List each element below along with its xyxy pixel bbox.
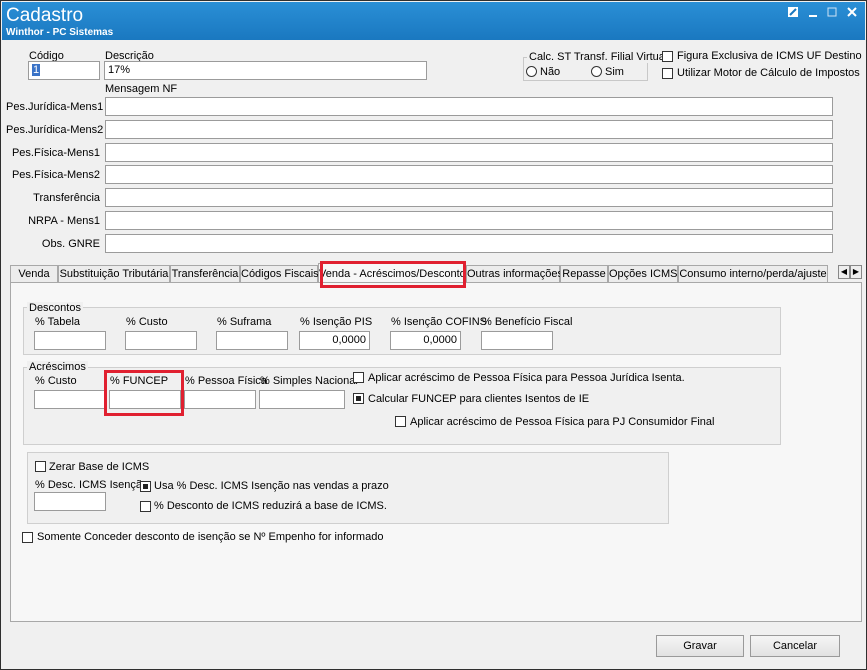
msg-input-pf2[interactable] — [105, 165, 833, 184]
maximize-icon[interactable] — [824, 6, 840, 22]
usa-desc-icms-checkbox[interactable] — [140, 481, 151, 492]
codigo-input[interactable]: 1 — [28, 61, 100, 80]
acrescimos-title: Acréscimos — [27, 361, 88, 373]
desc-icms-isencao-label: % Desc. ICMS Isenção — [35, 479, 149, 491]
acr-custo-input[interactable] — [34, 390, 106, 409]
somente-conceder-label: Somente Conceder desconto de isenção se … — [37, 531, 384, 543]
desc-isencao-cofins-label: % Isenção COFINS — [391, 316, 487, 328]
tab-substituicao-tributaria[interactable]: Substituição Tributária — [58, 265, 170, 283]
msg-label-pj2: Pes.Jurídica-Mens2 — [6, 124, 104, 136]
cancelar-button[interactable]: Cancelar — [750, 635, 840, 657]
aplicar-pf-consumidor-label: Aplicar acréscimo de Pessoa Física para … — [410, 416, 715, 428]
aplicar-pf-pj-label: Aplicar acréscimo de Pessoa Física para … — [368, 372, 685, 384]
desc-isencao-pis-input[interactable]: 0,0000 — [299, 331, 370, 350]
minimize-icon[interactable] — [805, 6, 821, 22]
msg-input-pj1[interactable] — [105, 97, 833, 116]
descontos-title: Descontos — [27, 302, 83, 314]
restore-icon[interactable] — [785, 6, 801, 22]
tab-strip: Venda Substituição Tributária Transferên… — [10, 263, 862, 284]
tab-venda-acrescimos-descontos[interactable]: Venda - Acréscimos/Descontos — [318, 263, 471, 284]
acr-funcep-input[interactable] — [109, 390, 181, 409]
msg-label-gnre: Obs. GNRE — [41, 238, 100, 250]
calcular-funcep-label: Calcular FUNCEP para clientes Isentos de… — [368, 393, 590, 405]
tab-opcoes-icms[interactable]: Opções ICMS — [608, 265, 678, 283]
tab-repasse[interactable]: Repasse — [560, 265, 608, 283]
title-bar: Cadastro Winthor - PC Sistemas — [2, 2, 865, 40]
zerar-base-icms-label: Zerar Base de ICMS — [49, 461, 150, 473]
tab-consumo-interno[interactable]: Consumo interno/perda/ajuste — [678, 265, 828, 283]
desc-beneficio-fiscal-input[interactable] — [481, 331, 553, 350]
acr-simples-nacional-label: % Simples Nacional — [260, 375, 358, 387]
desc-tabela-input[interactable] — [34, 331, 106, 350]
msg-input-pf1[interactable] — [105, 143, 833, 162]
gravar-button[interactable]: Gravar — [656, 635, 744, 657]
tab-scroll-left-icon[interactable]: ◀ — [838, 265, 850, 279]
acr-pessoa-fisica-label: % Pessoa Física — [185, 375, 267, 387]
msg-label-pf2: Pes.Física-Mens2 — [11, 169, 100, 181]
tab-scroll-right-icon[interactable]: ▶ — [850, 265, 862, 279]
mensagem-nf-label: Mensagem NF — [105, 83, 178, 95]
aplicar-pf-pj-checkbox[interactable] — [353, 372, 364, 383]
msg-label-pf1: Pes.Física-Mens1 — [11, 147, 100, 159]
msg-label-transferencia: Transferência — [33, 192, 100, 204]
window-title: Cadastro — [6, 5, 84, 26]
desc-beneficio-fiscal-label: % Benefício Fiscal — [482, 316, 573, 328]
calcular-funcep-checkbox[interactable] — [353, 393, 364, 404]
desc-suframa-label: % Suframa — [217, 316, 272, 328]
msg-input-gnre[interactable] — [105, 234, 833, 253]
msg-input-transferencia[interactable] — [105, 188, 833, 207]
msg-input-pj2[interactable] — [105, 120, 833, 139]
acr-custo-label: % Custo — [35, 375, 77, 387]
motor-calculo-checkbox[interactable] — [662, 68, 673, 79]
form-body: Código 1 Descrição 17% Mensagem NF Calc.… — [2, 40, 865, 667]
desc-custo-input[interactable] — [125, 331, 197, 350]
motor-calculo-label: Utilizar Motor de Cálculo de Impostos — [677, 67, 860, 79]
radio-sim[interactable] — [591, 66, 602, 77]
somente-conceder-checkbox[interactable] — [22, 532, 33, 543]
radio-sim-label: Sim — [605, 66, 624, 78]
msg-input-nrpa[interactable] — [105, 211, 833, 230]
acr-simples-nacional-input[interactable] — [259, 390, 345, 409]
cadastro-window: Cadastro Winthor - PC Sistemas Código 1 … — [0, 0, 867, 670]
acr-pessoa-fisica-input[interactable] — [184, 390, 256, 409]
msg-label-pj1: Pes.Jurídica-Mens1 — [6, 101, 104, 113]
radio-nao[interactable] — [526, 66, 537, 77]
acr-funcep-label: % FUNCEP — [110, 375, 169, 387]
figura-exclusiva-label: Figura Exclusiva de ICMS UF Destino — [677, 50, 862, 62]
tab-transferencia[interactable]: Transferência — [170, 265, 240, 283]
zerar-base-icms-checkbox[interactable] — [35, 461, 46, 472]
desc-isencao-cofins-input[interactable]: 0,0000 — [390, 331, 461, 350]
calc-st-label: Calc. ST Transf. Filial Virtual — [527, 51, 670, 63]
desconto-reduzira-label: % Desconto de ICMS reduzirá a base de IC… — [154, 500, 387, 512]
desconto-reduzira-checkbox[interactable] — [140, 501, 151, 512]
aplicar-pf-consumidor-checkbox[interactable] — [395, 416, 406, 427]
descricao-input[interactable]: 17% — [104, 61, 427, 80]
tab-venda[interactable]: Venda — [10, 265, 58, 283]
desc-tabela-label: % Tabela — [35, 316, 81, 328]
close-icon[interactable] — [844, 6, 860, 22]
codigo-value: 1 — [32, 64, 41, 76]
figura-exclusiva-checkbox[interactable] — [662, 51, 673, 62]
usa-desc-icms-label: Usa % Desc. ICMS Isenção nas vendas a pr… — [154, 480, 389, 492]
tab-codigos-fiscais[interactable]: Códigos Fiscais — [240, 265, 319, 283]
desc-isencao-pis-label: % Isenção PIS — [300, 316, 373, 328]
radio-nao-label: Não — [540, 66, 561, 78]
msg-label-nrpa: NRPA - Mens1 — [28, 215, 100, 227]
tab-outras-informacoes[interactable]: Outras informações — [466, 265, 563, 283]
window-subtitle: Winthor - PC Sistemas — [6, 27, 114, 38]
desc-custo-label: % Custo — [126, 316, 168, 328]
desc-icms-isencao-input[interactable] — [34, 492, 106, 511]
desc-suframa-input[interactable] — [216, 331, 288, 350]
